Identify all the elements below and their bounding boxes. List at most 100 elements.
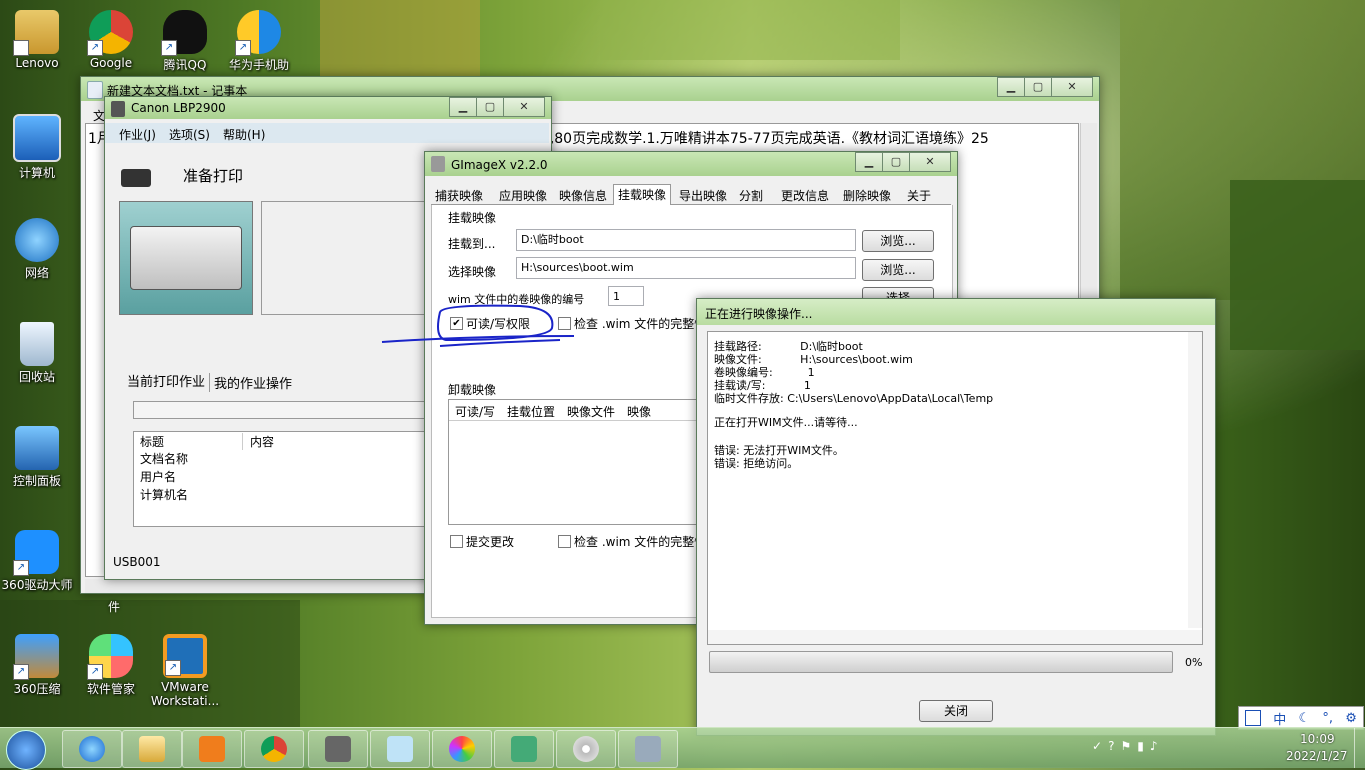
- vmware-icon: ↗: [163, 634, 207, 678]
- desktop-icon-360-driver[interactable]: ↗ 360驱动大师: [0, 530, 74, 593]
- tray-signal-icon[interactable]: ▮: [1137, 739, 1150, 753]
- desktop-icon-qq[interactable]: ↗ 腾讯QQ: [148, 10, 222, 73]
- minimize-button[interactable]: ▁: [449, 97, 477, 117]
- ime-settings-icon[interactable]: ⚙: [1345, 711, 1357, 726]
- log-vertical-scrollbar[interactable]: [1188, 332, 1202, 628]
- column-header-image-file[interactable]: 映像文件: [567, 403, 615, 420]
- ime-punctuation[interactable]: °,: [1322, 711, 1333, 726]
- chrome-icon: [261, 736, 287, 762]
- log-horizontal-scrollbar[interactable]: [708, 630, 1202, 644]
- volume-index-stepper[interactable]: 1: [608, 286, 644, 306]
- notepad-icon: [87, 81, 103, 99]
- column-header-rw[interactable]: 可读/写: [455, 403, 495, 420]
- column-header-mount-path[interactable]: 挂载位置: [507, 403, 555, 420]
- progress-percent: 0%: [1185, 656, 1203, 669]
- recycle-bin-icon: [20, 322, 54, 366]
- taskbar-ie[interactable]: [62, 730, 122, 768]
- tray-volume-icon[interactable]: ♪: [1150, 739, 1164, 753]
- verify2-checkbox[interactable]: [558, 535, 571, 548]
- tab-split[interactable]: 分割: [739, 187, 763, 204]
- close-button[interactable]: ✕: [503, 97, 545, 117]
- desktop-icon-network[interactable]: 网络: [0, 218, 74, 281]
- read-write-checkbox[interactable]: ✔: [450, 317, 463, 330]
- taskbar-printer[interactable]: [308, 730, 368, 768]
- printer-icon: [325, 736, 351, 762]
- verify-checkbox[interactable]: [558, 317, 571, 330]
- tray-flag-icon[interactable]: ⚑: [1120, 739, 1137, 753]
- tray-check-icon[interactable]: ✓: [1092, 739, 1108, 753]
- show-desktop-button[interactable]: [1354, 728, 1365, 768]
- verify-label: 检查 .wim 文件的完整性: [574, 317, 707, 331]
- shield-icon: ↗: [235, 10, 281, 56]
- mounted-images-list[interactable]: 可读/写 挂载位置 映像文件 映像: [448, 399, 710, 525]
- close-button[interactable]: ✕: [1051, 77, 1093, 97]
- minimize-button[interactable]: ▁: [855, 152, 883, 172]
- tab-about[interactable]: 关于: [907, 187, 931, 204]
- browse-mount-button[interactable]: 浏览...: [862, 230, 934, 252]
- browse-image-button[interactable]: 浏览...: [862, 259, 934, 281]
- ime-chinese[interactable]: 中: [1273, 709, 1286, 728]
- table-row: 用户名: [140, 470, 177, 484]
- commit-checkbox[interactable]: [450, 535, 463, 548]
- gimagex-titlebar[interactable]: GImageX v2.2.0 ▁ ▢ ✕: [425, 152, 957, 176]
- maximize-button[interactable]: ▢: [1024, 77, 1052, 97]
- taskbar-explorer[interactable]: [122, 730, 182, 768]
- tab-change-info[interactable]: 更改信息: [781, 187, 829, 204]
- printer-status-icon: [121, 169, 151, 187]
- desktop-icon-lenovo[interactable]: Lenovo: [0, 10, 74, 70]
- tray-time[interactable]: 10:09: [1300, 732, 1335, 746]
- network-globe-icon: [15, 218, 59, 262]
- chrome-icon: ↗: [87, 10, 133, 56]
- tab-info[interactable]: 映像信息: [559, 187, 607, 204]
- mount-to-input[interactable]: D:\临时boot: [516, 229, 856, 251]
- progress-titlebar[interactable]: 正在进行映像操作...: [697, 299, 1215, 325]
- maximize-button[interactable]: ▢: [882, 152, 910, 172]
- printer-menu-options[interactable]: 选项(S): [169, 126, 210, 143]
- disc-icon: [573, 736, 599, 762]
- column-header-image[interactable]: 映像: [627, 403, 651, 420]
- printer-menu-job[interactable]: 作业(J): [119, 126, 156, 143]
- desktop-icon-software-manager[interactable]: ↗ 软件管家: [74, 634, 148, 697]
- tab-export[interactable]: 导出映像: [679, 187, 727, 204]
- tab-current-jobs[interactable]: 当前打印作业: [127, 371, 205, 390]
- select-image-label: 选择映像: [448, 265, 497, 279]
- taskbar-monitor[interactable]: [494, 730, 554, 768]
- taskbar-gimagex[interactable]: [618, 730, 678, 768]
- tab-capture[interactable]: 捕获映像: [435, 187, 483, 204]
- tray-date[interactable]: 2022/1/27: [1286, 749, 1348, 763]
- desktop-icon-360-zip[interactable]: ↗ 360压缩: [0, 634, 74, 697]
- taskbar-chrome[interactable]: [244, 730, 304, 768]
- start-button[interactable]: [6, 730, 46, 770]
- taskbar-color-app[interactable]: [432, 730, 492, 768]
- commit-label: 提交更改: [466, 535, 515, 549]
- minimize-button[interactable]: ▁: [997, 77, 1025, 97]
- desktop-icon-computer[interactable]: 计算机: [0, 114, 74, 181]
- maximize-button[interactable]: ▢: [476, 97, 504, 117]
- tray-help-icon[interactable]: ?: [1108, 739, 1120, 753]
- unmount-group-label: 卸载映像: [448, 383, 497, 397]
- ime-icon[interactable]: [1245, 710, 1262, 726]
- tab-apply[interactable]: 应用映像: [499, 187, 547, 204]
- zip-archive-icon: ↗: [13, 634, 59, 680]
- tab-delete[interactable]: 删除映像: [843, 187, 891, 204]
- progress-window[interactable]: 正在进行映像操作... 挂载路径: D:\临时boot 映像文件: H:\sou…: [696, 298, 1216, 736]
- desktop-icon-control-panel[interactable]: 控制面板: [0, 426, 74, 489]
- taskbar-disc[interactable]: [556, 730, 616, 768]
- tray-icons[interactable]: ✓?⚑▮♪: [1092, 739, 1272, 755]
- printer-port: USB001: [113, 555, 161, 569]
- desktop-icon-vmware[interactable]: ↗ VMware Workstati...: [148, 634, 222, 708]
- desktop-icon-google[interactable]: ↗ Google: [74, 10, 148, 70]
- select-image-input[interactable]: H:\sources\boot.wim: [516, 257, 856, 279]
- desktop-icon-recycle-bin[interactable]: 回收站: [0, 322, 74, 385]
- taskbar-notepad[interactable]: [370, 730, 430, 768]
- printer-status-text: 准备打印: [183, 167, 244, 185]
- tab-mount[interactable]: 挂载映像: [613, 184, 672, 206]
- tab-my-job-actions[interactable]: 我的作业操作: [209, 373, 292, 392]
- printer-menu-help[interactable]: 帮助(H): [223, 126, 265, 143]
- close-button[interactable]: ✕: [909, 152, 951, 172]
- printer-titlebar[interactable]: Canon LBP2900 ▁ ▢ ✕: [105, 97, 551, 119]
- close-dialog-button[interactable]: 关闭: [919, 700, 993, 722]
- taskbar-media[interactable]: [182, 730, 242, 768]
- ime-moon-icon[interactable]: ☾: [1299, 711, 1311, 726]
- desktop-icon-huawei[interactable]: ↗ 华为手机助: [222, 10, 296, 73]
